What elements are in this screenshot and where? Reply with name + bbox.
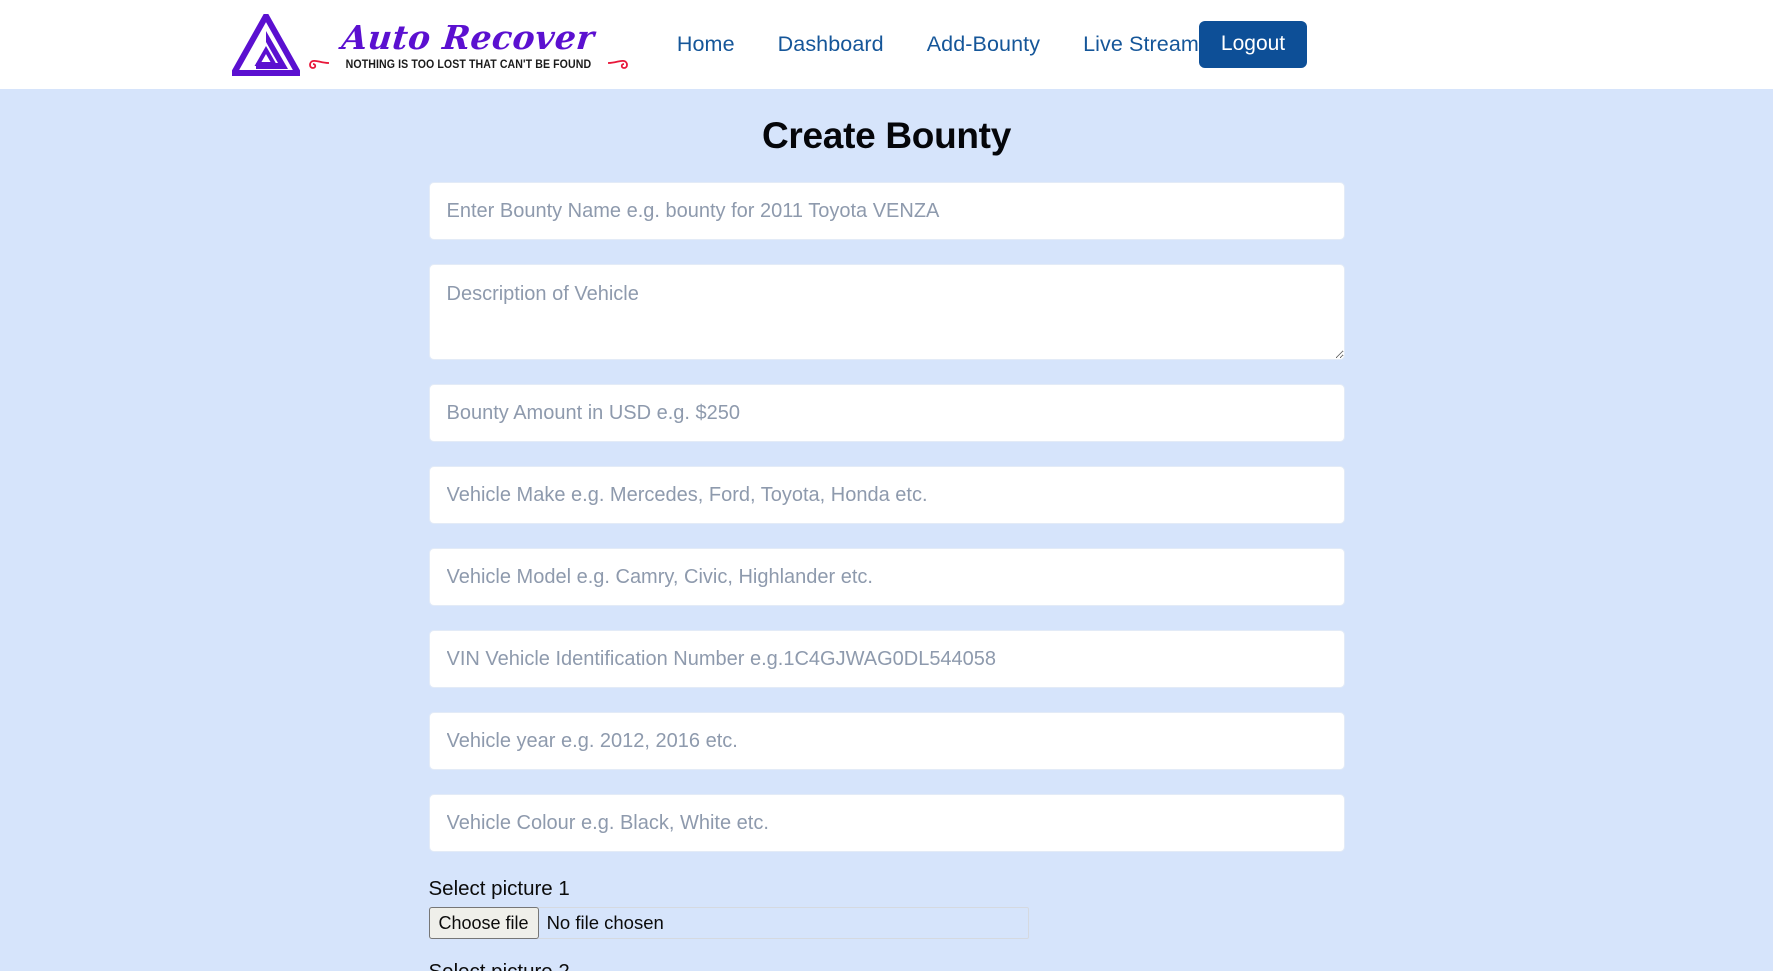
main-content: Create Bounty Select picture 1 Choose fi… xyxy=(0,89,1773,971)
page-title: Create Bounty xyxy=(762,115,1011,156)
nav-link-live-stream[interactable]: Live Stream xyxy=(1083,32,1199,57)
nav-link-home[interactable]: Home xyxy=(677,32,735,57)
vehicle-model-input[interactable] xyxy=(428,548,1345,606)
vehicle-colour-input[interactable] xyxy=(428,794,1345,852)
picture-1-upload-group: Select picture 1 Choose file No file cho… xyxy=(428,876,1345,953)
vehicle-make-input[interactable] xyxy=(428,466,1345,524)
nav-link-dashboard[interactable]: Dashboard xyxy=(778,32,884,57)
picture-1-file-input[interactable]: Choose file No file chosen xyxy=(428,906,1029,939)
nested-triangle-icon xyxy=(232,13,300,76)
picture-2-label: Select picture 2 xyxy=(429,959,1345,971)
vehicle-vin-input[interactable] xyxy=(428,630,1345,688)
picture-1-file-status: No file chosen xyxy=(546,911,664,933)
main-nav-links: Home Dashboard Add-Bounty Live Stream xyxy=(677,32,1199,57)
vehicle-year-input[interactable] xyxy=(428,712,1345,770)
vehicle-description-textarea[interactable] xyxy=(428,264,1345,360)
create-bounty-form: Select picture 1 Choose file No file cho… xyxy=(428,182,1345,971)
left-swirl-icon xyxy=(309,59,330,69)
picture-1-label: Select picture 1 xyxy=(428,877,570,900)
brand-name: Auto Recover xyxy=(340,17,597,57)
brand-text-block: Auto Recover NOTHING IS TOO LOST THAT CA… xyxy=(308,17,629,71)
brand-tagline-row: NOTHING IS TOO LOST THAT CAN'T BE FOUND xyxy=(308,59,629,71)
picture-2-upload-group: Select picture 2 Choose file No file cho… xyxy=(429,959,1345,971)
bounty-name-input[interactable] xyxy=(428,182,1345,240)
picture-1-choose-file-button[interactable]: Choose file xyxy=(428,906,539,939)
brand-logo-link[interactable]: Auto Recover NOTHING IS TOO LOST THAT CA… xyxy=(232,13,629,76)
logout-button[interactable]: Logout xyxy=(1198,20,1308,69)
brand-tagline: NOTHING IS TOO LOST THAT CAN'T BE FOUND xyxy=(345,58,592,71)
nav-right-section: Logout xyxy=(1198,20,1308,69)
top-navigation-bar: Auto Recover NOTHING IS TOO LOST THAT CA… xyxy=(0,0,1773,89)
bounty-amount-input[interactable] xyxy=(428,384,1345,442)
create-bounty-page: Auto Recover NOTHING IS TOO LOST THAT CA… xyxy=(0,0,1773,971)
right-swirl-icon xyxy=(607,59,628,69)
nav-link-add-bounty[interactable]: Add-Bounty xyxy=(927,32,1040,57)
